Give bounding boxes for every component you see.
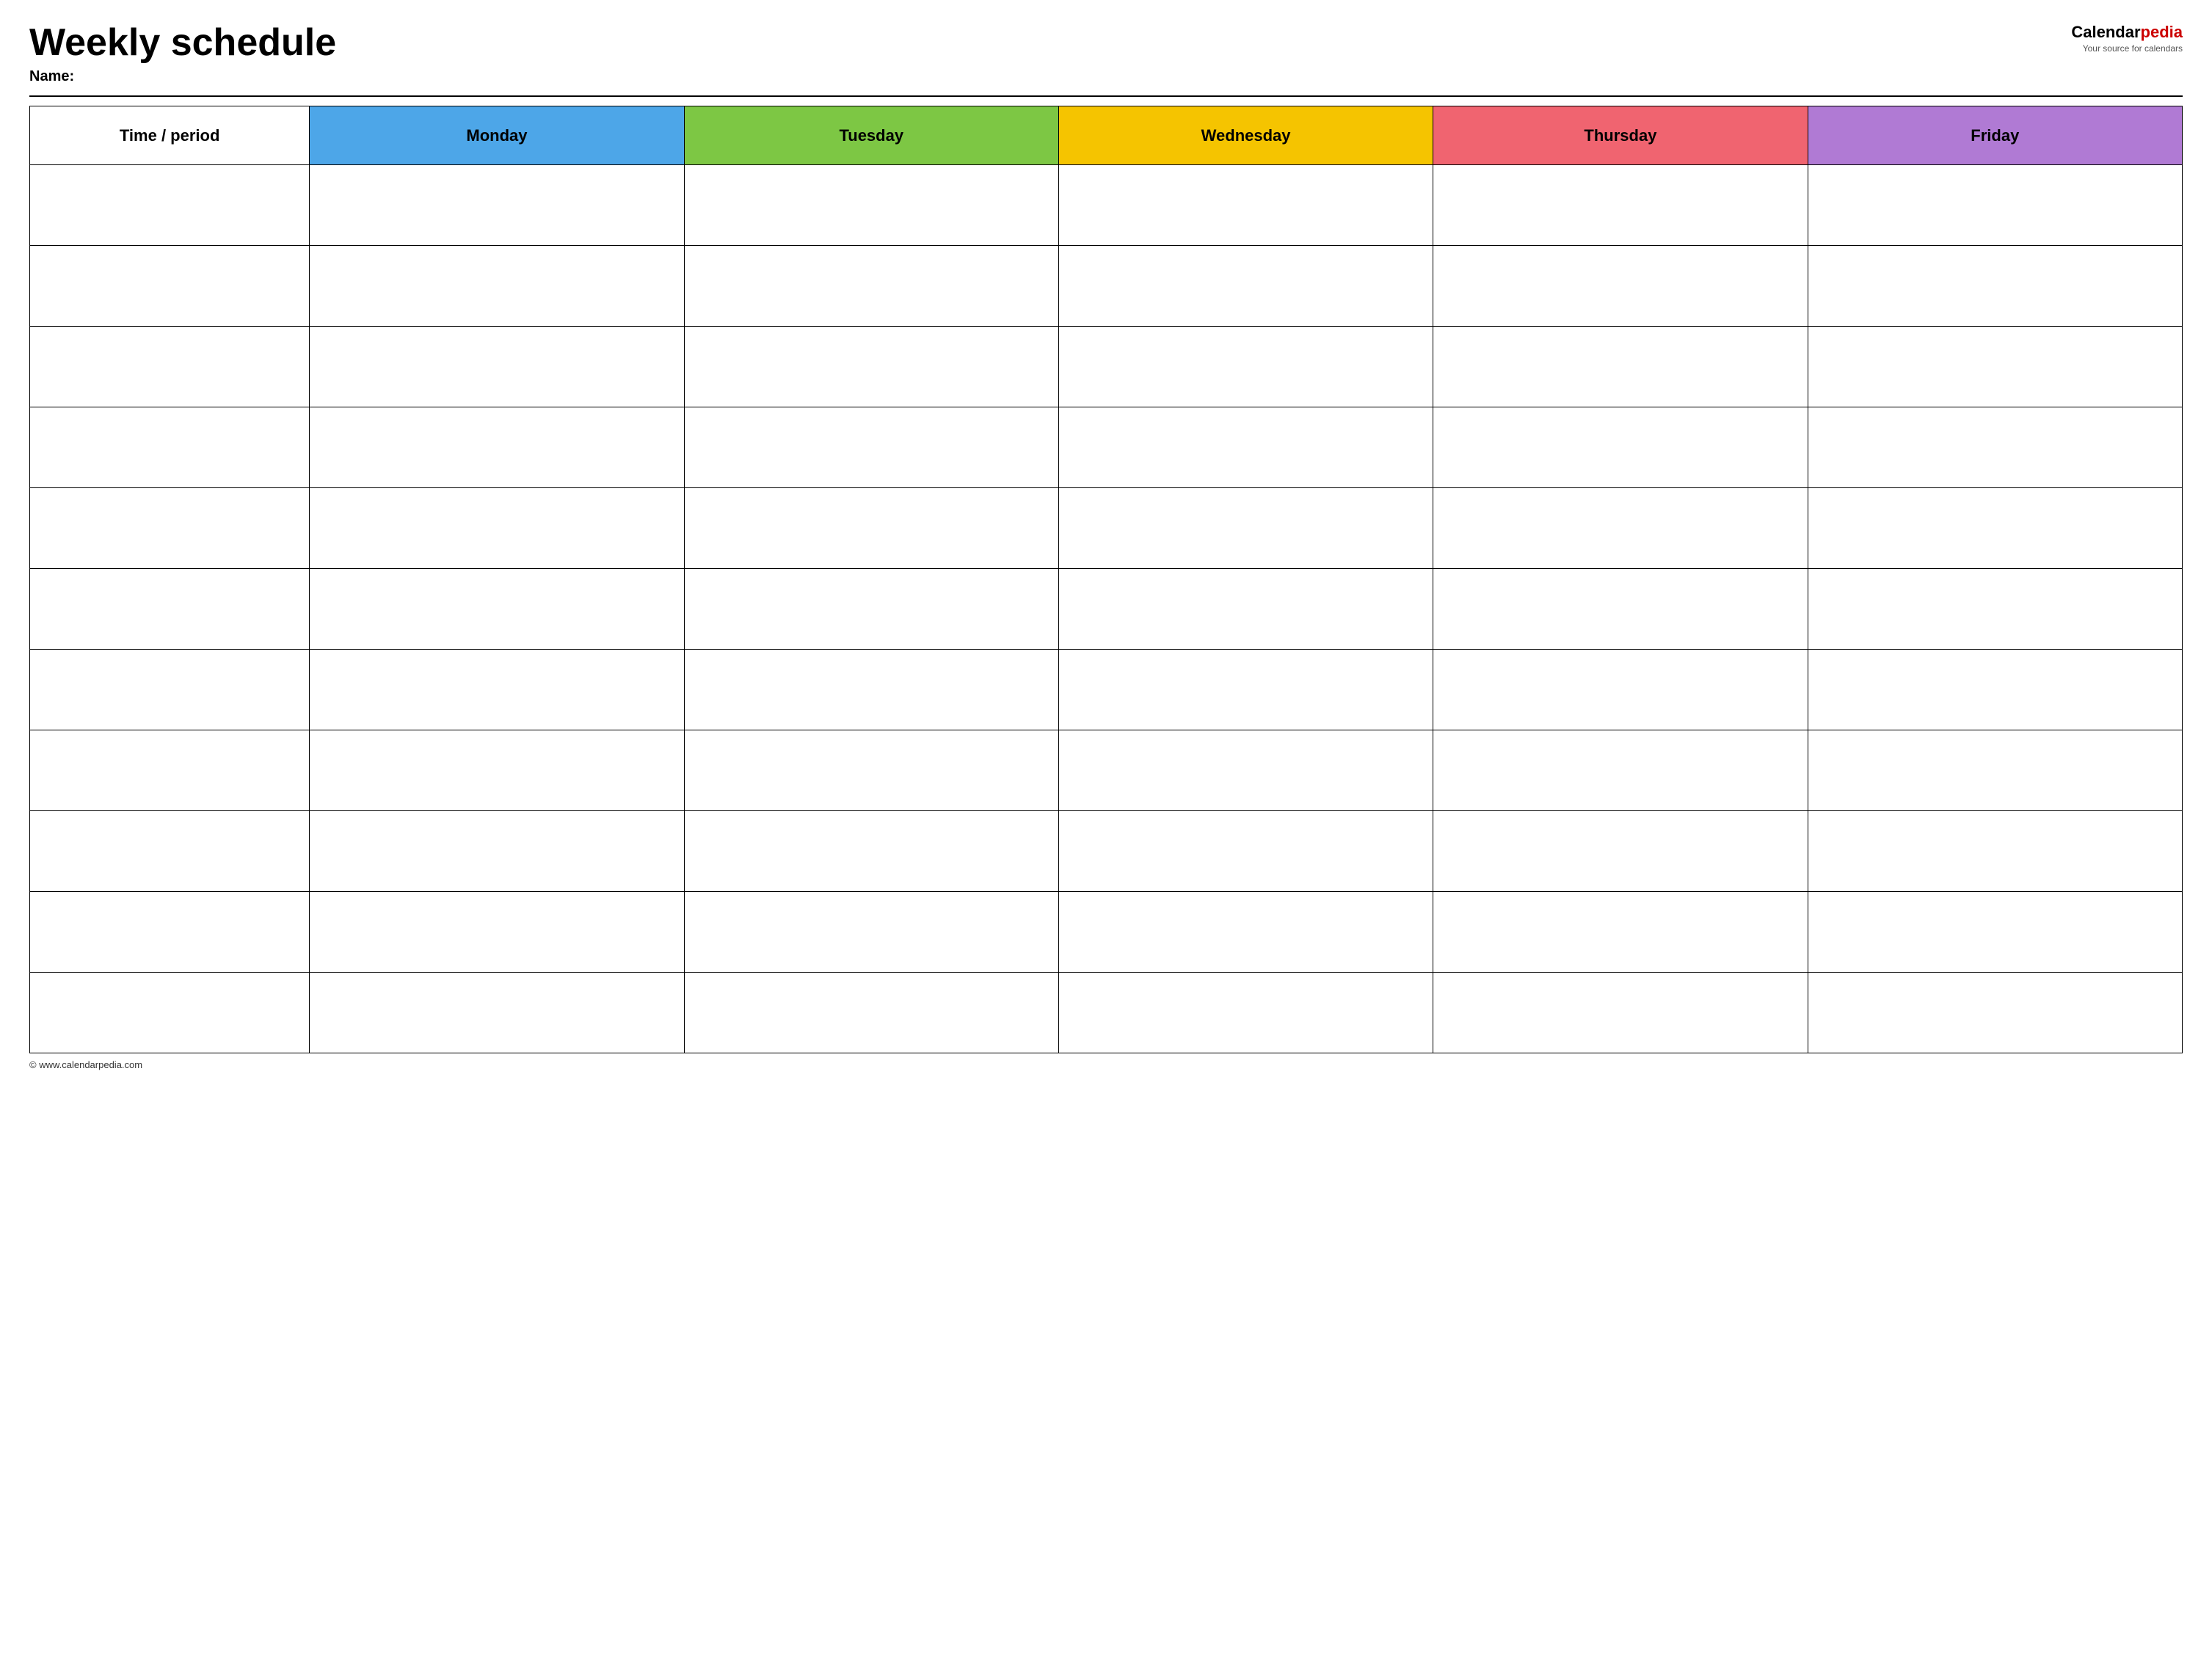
schedule-cell[interactable] bbox=[1433, 246, 1808, 327]
schedule-cell[interactable] bbox=[1058, 730, 1433, 811]
schedule-cell[interactable] bbox=[684, 165, 1058, 246]
schedule-cell[interactable] bbox=[1058, 892, 1433, 973]
schedule-cell[interactable] bbox=[1433, 650, 1808, 730]
schedule-cell[interactable] bbox=[684, 569, 1058, 650]
schedule-cell[interactable] bbox=[1433, 569, 1808, 650]
schedule-cell[interactable] bbox=[1433, 327, 1808, 407]
name-label: Name: bbox=[29, 68, 336, 85]
schedule-cell[interactable] bbox=[310, 246, 684, 327]
schedule-cell[interactable] bbox=[310, 650, 684, 730]
schedule-cell[interactable] bbox=[1808, 973, 2182, 1053]
logo-pedia-text: pedia bbox=[2141, 23, 2183, 41]
schedule-cell[interactable] bbox=[310, 973, 684, 1053]
schedule-cell[interactable] bbox=[310, 569, 684, 650]
schedule-cell[interactable] bbox=[1808, 811, 2182, 892]
time-cell[interactable] bbox=[30, 165, 310, 246]
copyright-text: © www.calendarpedia.com bbox=[29, 1059, 142, 1070]
schedule-table: Time / period Monday Tuesday Wednesday T… bbox=[29, 106, 2183, 1053]
table-row bbox=[30, 892, 2183, 973]
schedule-cell[interactable] bbox=[1058, 165, 1433, 246]
schedule-cell[interactable] bbox=[1808, 488, 2182, 569]
schedule-cell[interactable] bbox=[1058, 569, 1433, 650]
schedule-cell[interactable] bbox=[1808, 407, 2182, 488]
schedule-cell[interactable] bbox=[1808, 246, 2182, 327]
table-header-row: Time / period Monday Tuesday Wednesday T… bbox=[30, 106, 2183, 165]
schedule-cell[interactable] bbox=[1433, 973, 1808, 1053]
schedule-cell[interactable] bbox=[1808, 650, 2182, 730]
time-cell[interactable] bbox=[30, 650, 310, 730]
time-cell[interactable] bbox=[30, 892, 310, 973]
time-cell[interactable] bbox=[30, 327, 310, 407]
table-row bbox=[30, 488, 2183, 569]
schedule-cell[interactable] bbox=[310, 327, 684, 407]
schedule-cell[interactable] bbox=[684, 407, 1058, 488]
table-row bbox=[30, 730, 2183, 811]
schedule-cell[interactable] bbox=[684, 650, 1058, 730]
schedule-cell[interactable] bbox=[1433, 892, 1808, 973]
schedule-cell[interactable] bbox=[1808, 730, 2182, 811]
title-area: Weekly schedule Name: bbox=[29, 22, 336, 85]
logo-area: Calendarpedia Your source for calendars bbox=[2071, 22, 2183, 54]
schedule-cell[interactable] bbox=[1058, 650, 1433, 730]
schedule-cell[interactable] bbox=[1433, 165, 1808, 246]
time-cell[interactable] bbox=[30, 488, 310, 569]
schedule-cell[interactable] bbox=[1058, 488, 1433, 569]
schedule-cell[interactable] bbox=[1058, 811, 1433, 892]
schedule-cell[interactable] bbox=[1058, 246, 1433, 327]
header-tuesday: Tuesday bbox=[684, 106, 1058, 165]
logo-text: Calendarpedia bbox=[2071, 22, 2183, 43]
schedule-cell[interactable] bbox=[1433, 407, 1808, 488]
time-cell[interactable] bbox=[30, 407, 310, 488]
time-cell[interactable] bbox=[30, 811, 310, 892]
table-row bbox=[30, 811, 2183, 892]
page-title: Weekly schedule bbox=[29, 22, 336, 64]
schedule-cell[interactable] bbox=[1433, 811, 1808, 892]
table-row bbox=[30, 569, 2183, 650]
table-row bbox=[30, 407, 2183, 488]
schedule-cell[interactable] bbox=[310, 488, 684, 569]
schedule-cell[interactable] bbox=[1808, 327, 2182, 407]
logo-tagline: Your source for calendars bbox=[2071, 43, 2183, 55]
table-row bbox=[30, 327, 2183, 407]
schedule-cell[interactable] bbox=[684, 811, 1058, 892]
schedule-cell[interactable] bbox=[1058, 407, 1433, 488]
schedule-cell[interactable] bbox=[1058, 327, 1433, 407]
footer: © www.calendarpedia.com bbox=[29, 1059, 2183, 1070]
schedule-cell[interactable] bbox=[684, 246, 1058, 327]
time-cell[interactable] bbox=[30, 569, 310, 650]
header-thursday: Thursday bbox=[1433, 106, 1808, 165]
schedule-cell[interactable] bbox=[310, 407, 684, 488]
header-wednesday: Wednesday bbox=[1058, 106, 1433, 165]
schedule-cell[interactable] bbox=[684, 327, 1058, 407]
schedule-cell[interactable] bbox=[310, 165, 684, 246]
time-cell[interactable] bbox=[30, 730, 310, 811]
table-row bbox=[30, 246, 2183, 327]
schedule-cell[interactable] bbox=[1433, 730, 1808, 811]
table-row bbox=[30, 650, 2183, 730]
schedule-cell[interactable] bbox=[1808, 569, 2182, 650]
table-row bbox=[30, 973, 2183, 1053]
schedule-cell[interactable] bbox=[1058, 973, 1433, 1053]
schedule-cell[interactable] bbox=[1808, 165, 2182, 246]
header-monday: Monday bbox=[310, 106, 684, 165]
schedule-cell[interactable] bbox=[684, 730, 1058, 811]
schedule-cell[interactable] bbox=[684, 488, 1058, 569]
time-cell[interactable] bbox=[30, 246, 310, 327]
schedule-cell[interactable] bbox=[310, 892, 684, 973]
time-cell[interactable] bbox=[30, 973, 310, 1053]
header-divider bbox=[29, 95, 2183, 97]
table-row bbox=[30, 165, 2183, 246]
header-friday: Friday bbox=[1808, 106, 2182, 165]
header-time: Time / period bbox=[30, 106, 310, 165]
schedule-cell[interactable] bbox=[684, 973, 1058, 1053]
page-header: Weekly schedule Name: Calendarpedia Your… bbox=[29, 22, 2183, 85]
schedule-cell[interactable] bbox=[1808, 892, 2182, 973]
schedule-cell[interactable] bbox=[310, 811, 684, 892]
logo-calendar-text: Calendar bbox=[2071, 23, 2140, 41]
schedule-cell[interactable] bbox=[310, 730, 684, 811]
schedule-cell[interactable] bbox=[1433, 488, 1808, 569]
schedule-cell[interactable] bbox=[684, 892, 1058, 973]
